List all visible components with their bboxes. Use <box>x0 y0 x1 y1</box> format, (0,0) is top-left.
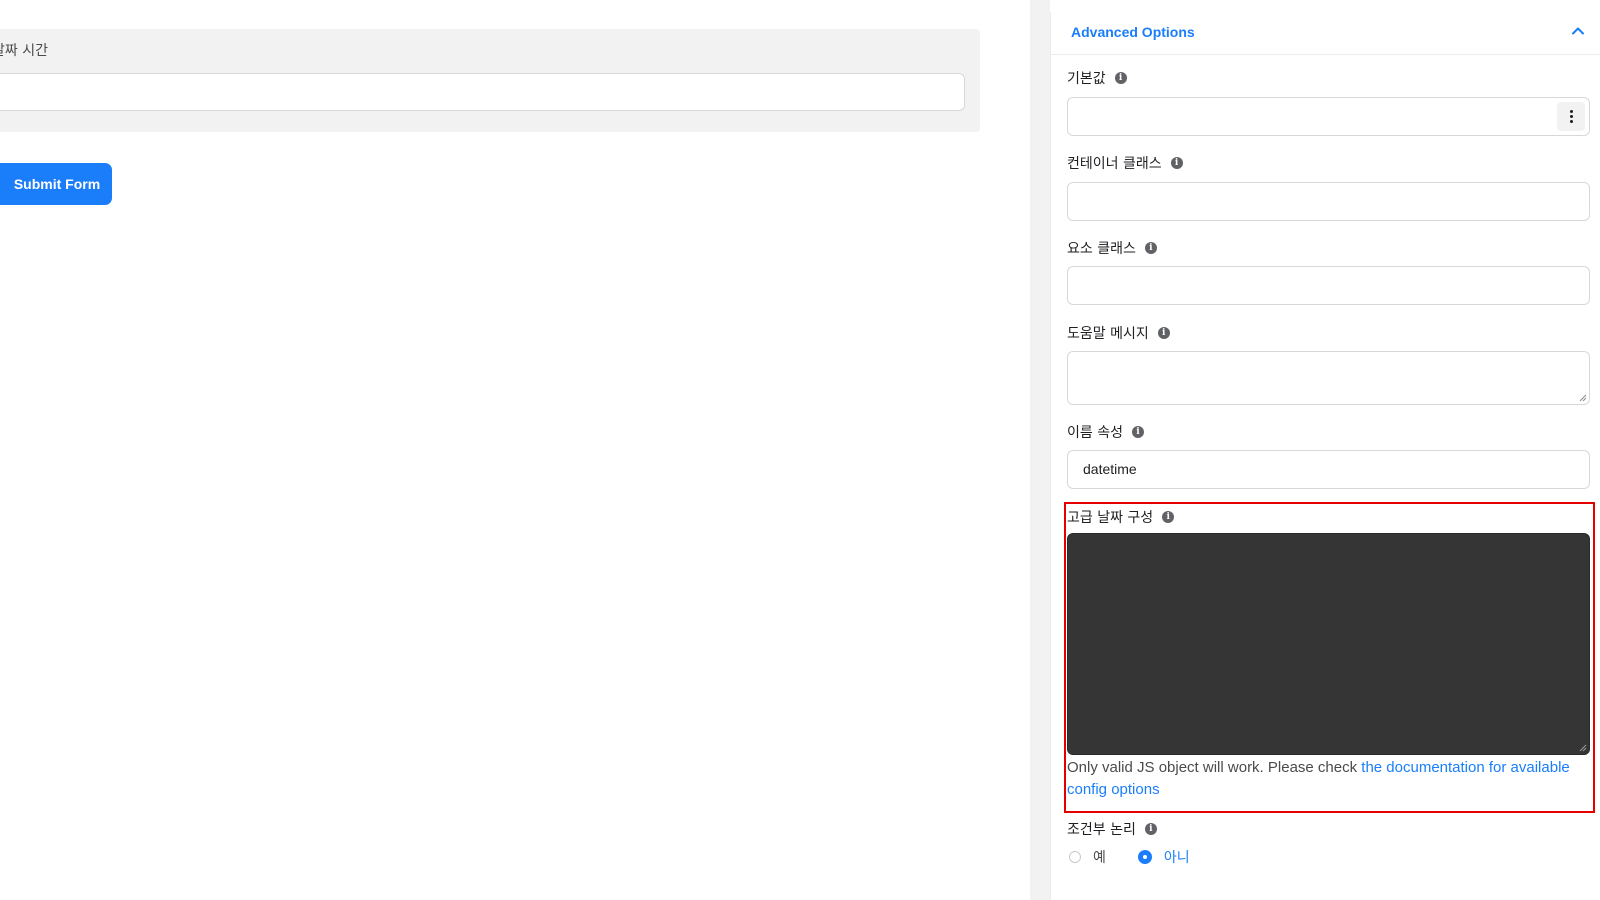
name-attribute-value: datetime <box>1083 461 1137 477</box>
date-config-help-text: Only valid JS object will work. Please c… <box>1067 757 1587 801</box>
advanced-date-config-label: 고급 날짜 구성 i <box>1067 507 1175 527</box>
container-class-label-text: 컨테이너 클래스 <box>1067 156 1162 172</box>
radio-no-label: 아니 <box>1163 850 1190 866</box>
resize-handle-icon[interactable] <box>1579 744 1587 752</box>
datetime-preview-input[interactable] <box>0 73 965 111</box>
info-icon[interactable]: i <box>1157 327 1170 339</box>
help-message-label: 도움말 메시지 i <box>1067 323 1170 343</box>
advanced-options-title: Advanced Options <box>1071 24 1195 40</box>
chevron-up-icon[interactable] <box>1568 21 1588 41</box>
radio-yes-circle[interactable] <box>1069 851 1081 863</box>
radio-no-circle[interactable] <box>1137 850 1152 864</box>
form-canvas: 날짜 시간 Submit Form <box>0 0 1030 900</box>
submit-form-button[interactable]: Submit Form <box>0 163 112 205</box>
radio-yes[interactable]: 예 <box>1069 847 1106 867</box>
help-message-label-text: 도움말 메시지 <box>1067 326 1149 342</box>
info-icon[interactable]: i <box>1114 72 1127 84</box>
info-icon[interactable]: i <box>1170 157 1183 169</box>
date-config-code-editor[interactable] <box>1067 533 1590 755</box>
datetime-field-label: 날짜 시간 <box>0 43 48 59</box>
name-attribute-input[interactable]: datetime <box>1067 450 1590 489</box>
default-value-input[interactable] <box>1067 97 1590 136</box>
element-class-label: 요소 클래스 i <box>1067 238 1157 258</box>
default-value-label-text: 기본값 <box>1067 71 1106 87</box>
element-class-label-text: 요소 클래스 <box>1067 241 1136 257</box>
advanced-options-header[interactable]: Advanced Options <box>1051 12 1600 55</box>
container-class-input[interactable] <box>1067 182 1590 221</box>
conditional-logic-label: 조건부 논리 i <box>1067 819 1157 839</box>
info-icon[interactable]: i <box>1144 823 1157 835</box>
info-icon[interactable]: i <box>1162 511 1175 523</box>
element-class-input[interactable] <box>1067 266 1590 305</box>
default-value-label: 기본값 i <box>1067 68 1127 88</box>
resize-handle-icon[interactable] <box>1579 394 1587 402</box>
datetime-field-preview[interactable]: 날짜 시간 <box>0 29 980 132</box>
radio-no[interactable]: 아니 <box>1137 847 1190 867</box>
help-message-textarea[interactable] <box>1067 351 1590 405</box>
advanced-date-config-label-text: 고급 날짜 구성 <box>1067 510 1154 526</box>
help-text-prefix: Only valid JS object will work. Please c… <box>1067 759 1362 776</box>
conditional-logic-radio-group: 예 아니 <box>1069 847 1190 867</box>
kebab-menu-icon[interactable] <box>1557 102 1585 131</box>
panel-gutter <box>1030 0 1050 900</box>
info-icon[interactable]: i <box>1144 242 1157 254</box>
conditional-logic-label-text: 조건부 논리 <box>1067 822 1136 838</box>
name-attribute-label-text: 이름 속성 <box>1067 425 1123 441</box>
container-class-label: 컨테이너 클래스 i <box>1067 153 1183 173</box>
radio-yes-label: 예 <box>1093 850 1106 866</box>
info-icon[interactable]: i <box>1131 426 1144 438</box>
name-attribute-label: 이름 속성 i <box>1067 422 1144 442</box>
